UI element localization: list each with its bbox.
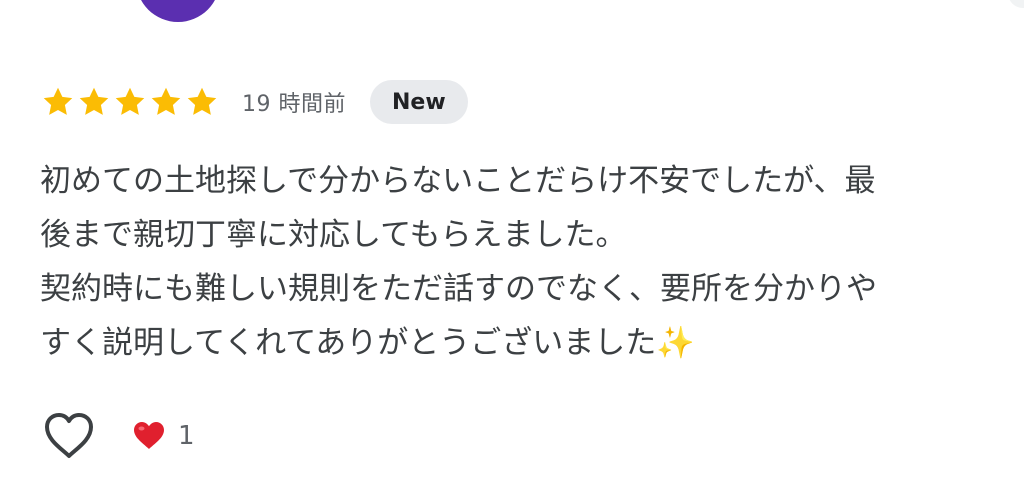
red-heart-icon bbox=[134, 422, 164, 449]
reaction-count: 1 bbox=[178, 421, 195, 451]
review-actions: 1 bbox=[42, 408, 195, 464]
star-icon bbox=[79, 87, 109, 115]
rating-row: 19 時間前 New bbox=[40, 80, 468, 124]
star-icon bbox=[187, 87, 217, 115]
review-text: 初めての土地探しで分からないことだらけ不安でしたが、最 後まで親切丁寧に対応して… bbox=[40, 163, 877, 361]
like-button[interactable] bbox=[42, 411, 96, 461]
reaction-summary[interactable]: 1 bbox=[132, 420, 195, 452]
overflow-menu-edge bbox=[1008, 0, 1024, 8]
star-icon bbox=[151, 87, 181, 115]
new-badge: New bbox=[370, 80, 468, 124]
star-rating bbox=[40, 84, 220, 120]
star-icon bbox=[43, 87, 73, 115]
review-timestamp: 19 時間前 bbox=[242, 92, 346, 117]
star-icon bbox=[115, 87, 145, 115]
reviewer-avatar[interactable] bbox=[136, 0, 220, 22]
review-card: 19 時間前 New 初めての土地探しで分からないことだらけ不安でしたが、最 後… bbox=[0, 0, 1024, 478]
heart-outline-icon bbox=[45, 413, 93, 458]
